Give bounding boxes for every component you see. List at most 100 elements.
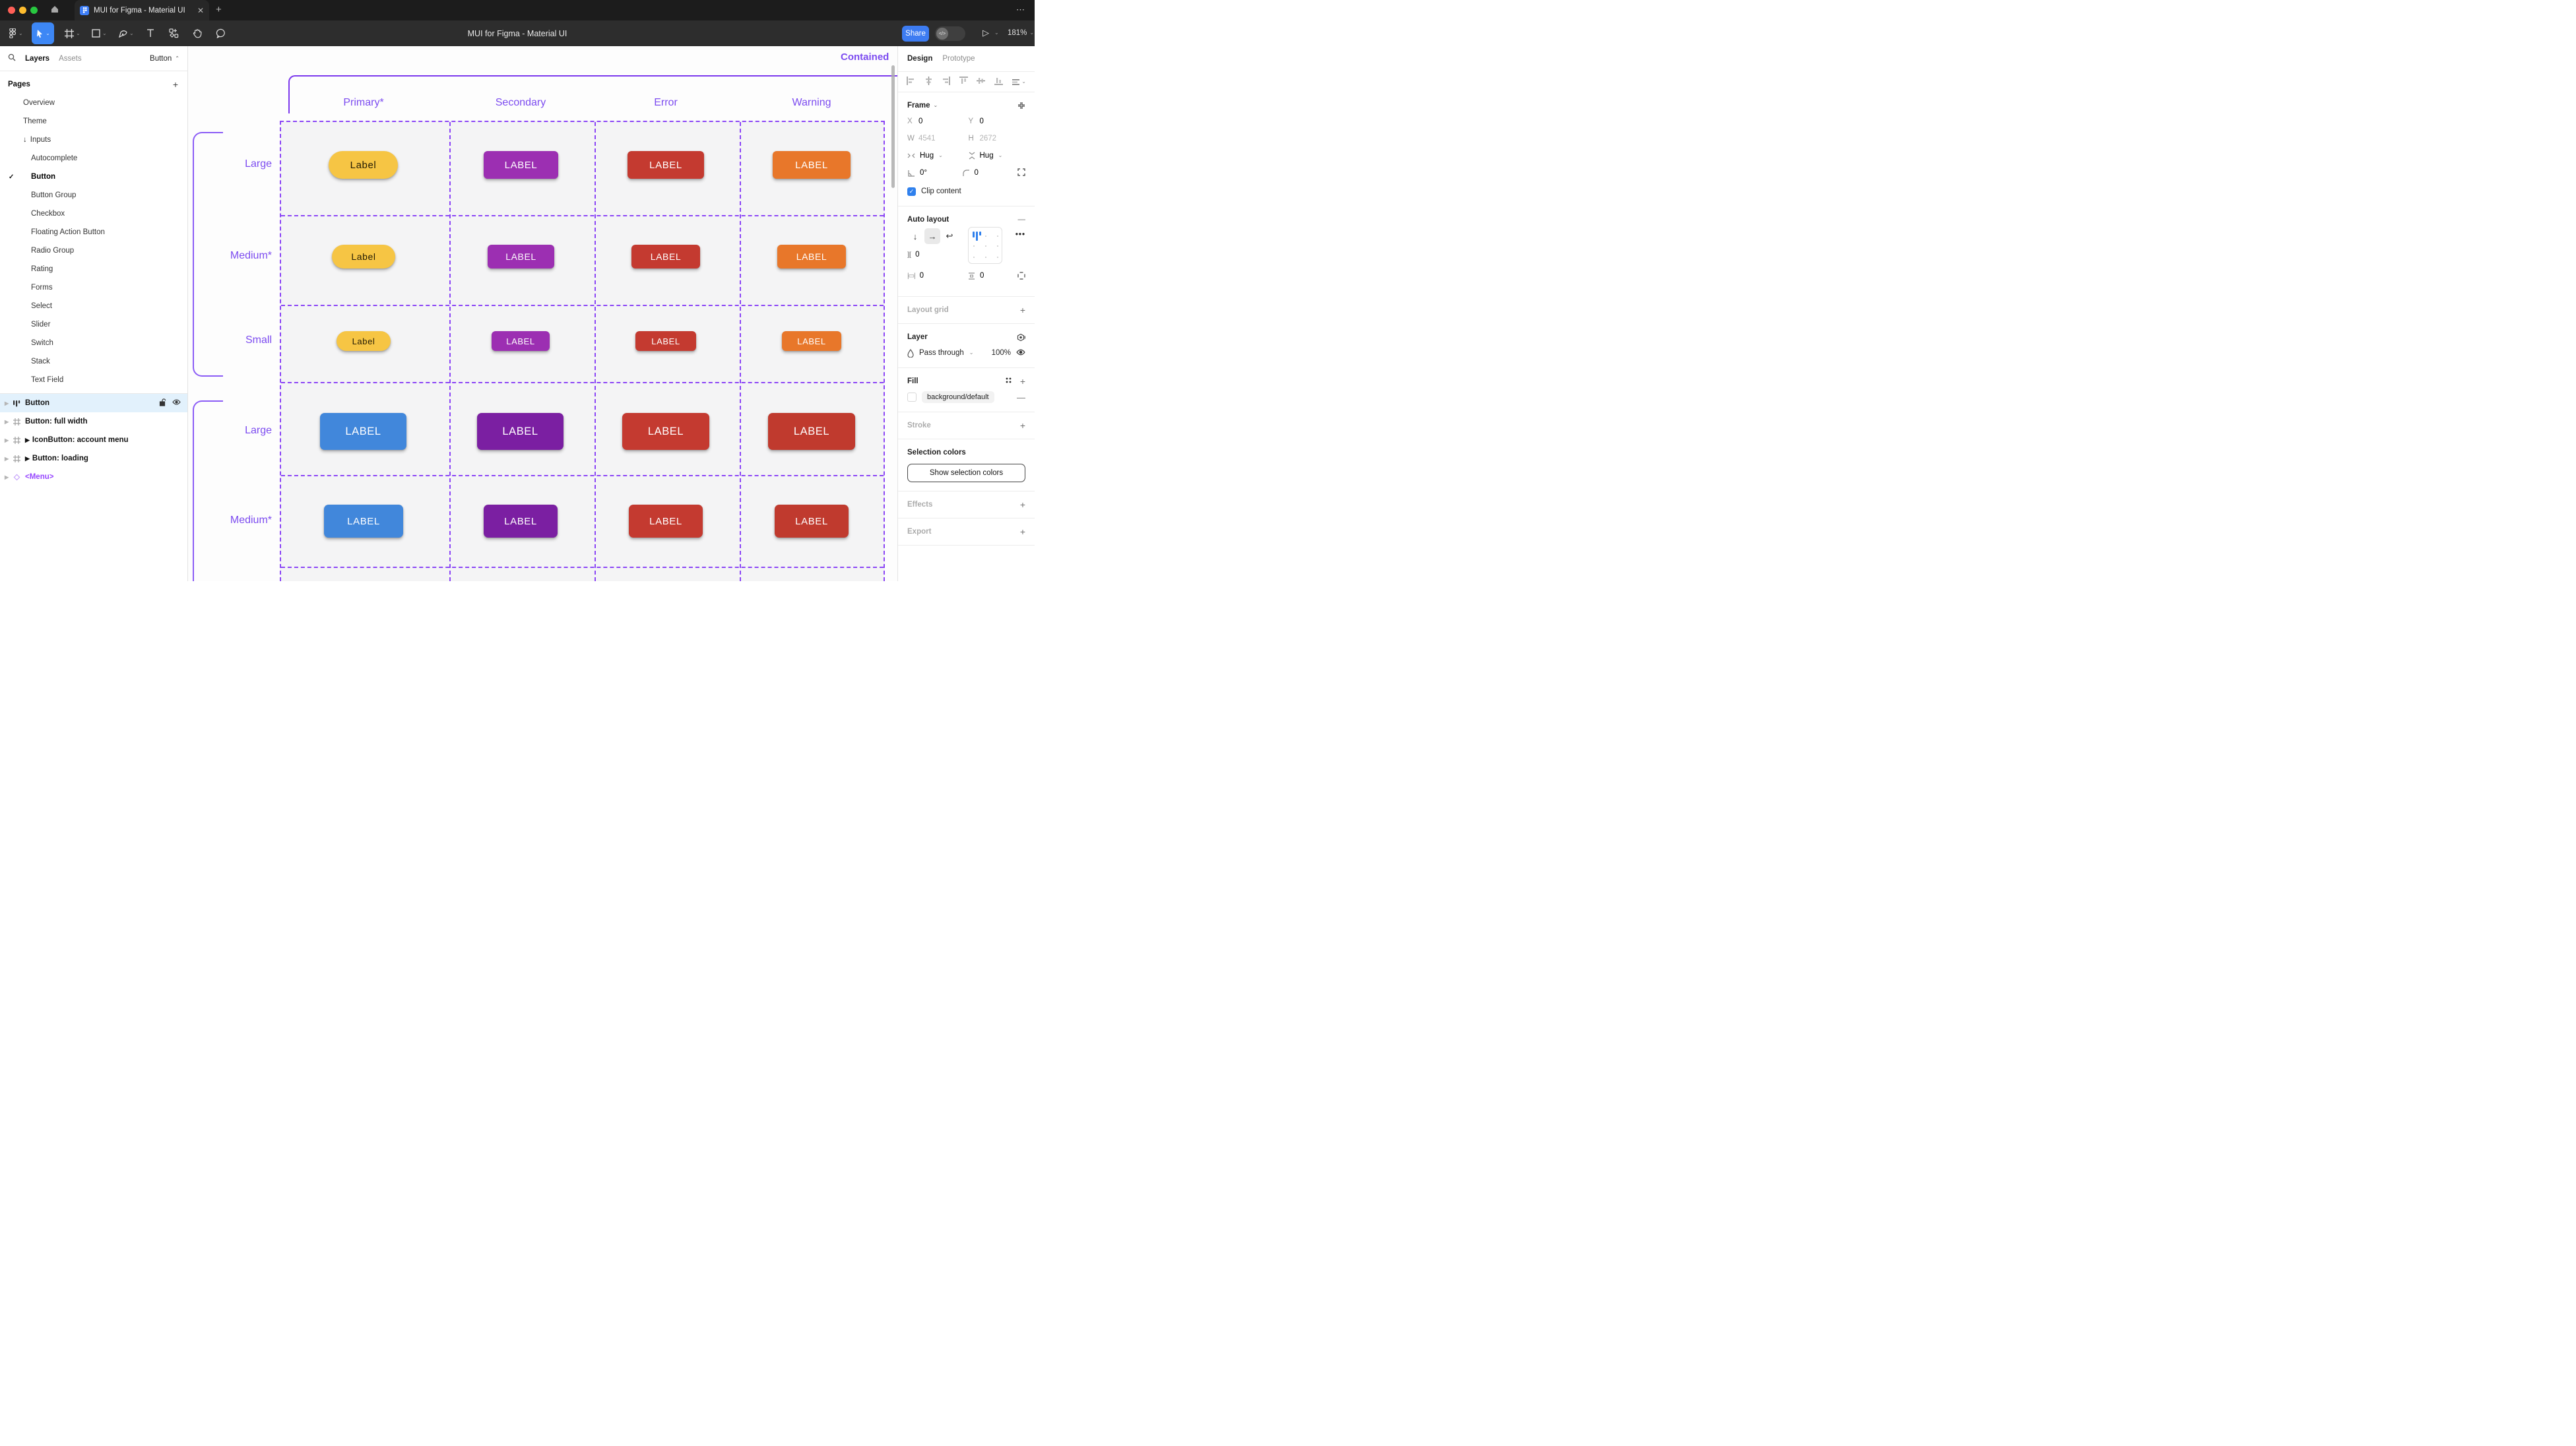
- button-error-large-2[interactable]: LABEL: [622, 413, 709, 450]
- page-item-switch[interactable]: Switch: [0, 334, 187, 352]
- expand-chevron-icon[interactable]: ▶: [5, 437, 9, 443]
- button-warning-medium-2[interactable]: LABEL: [775, 505, 849, 538]
- button-secondary-medium-2[interactable]: LABEL: [484, 505, 558, 538]
- page-item-floating-action-button[interactable]: Floating Action Button: [0, 223, 187, 241]
- search-icon[interactable]: [8, 53, 16, 63]
- height-field[interactable]: H2672: [969, 135, 1026, 142]
- vertical-padding-field[interactable]: 0: [968, 272, 984, 280]
- align-vertical-center-icon[interactable]: [977, 77, 985, 87]
- more-options-icon[interactable]: ⋯: [1016, 5, 1025, 15]
- add-layout-grid-icon[interactable]: +: [1020, 305, 1025, 315]
- dev-mode-toggle[interactable]: </>: [935, 26, 965, 41]
- page-item-rating[interactable]: Rating: [0, 260, 187, 278]
- share-button[interactable]: Share: [902, 26, 929, 42]
- page-item-inputs[interactable]: ↓Inputs: [0, 131, 187, 149]
- width-field[interactable]: W4541: [907, 135, 965, 142]
- add-fill-icon[interactable]: +: [1020, 376, 1025, 387]
- align-right-icon[interactable]: [942, 77, 950, 87]
- gap-field[interactable]: ]|[0: [907, 251, 920, 259]
- layer-item-menu-component[interactable]: ▶ <Menu>: [0, 468, 187, 486]
- page-item-forms[interactable]: Forms: [0, 278, 187, 297]
- blend-mode-row[interactable]: Pass through ⌄ 100%: [907, 344, 1025, 362]
- corner-radius-field[interactable]: 0: [963, 169, 1014, 177]
- expand-chevron-icon[interactable]: ▶: [5, 400, 9, 406]
- align-bottom-icon[interactable]: [994, 77, 1003, 87]
- layer-styles-icon[interactable]: [1017, 333, 1025, 342]
- zoom-menu[interactable]: 181% ⌄: [1008, 29, 1034, 37]
- close-tab-icon[interactable]: ✕: [197, 6, 204, 15]
- expand-chevron-icon[interactable]: ▶: [5, 419, 9, 425]
- button-error-medium-2[interactable]: LABEL: [629, 505, 703, 538]
- button-warning-medium[interactable]: LABEL: [777, 245, 846, 268]
- layout-horizontal-icon[interactable]: →: [924, 228, 940, 244]
- x-position-field[interactable]: X0: [907, 117, 965, 125]
- button-secondary-large[interactable]: LABEL: [484, 151, 558, 179]
- present-chevron-icon[interactable]: ⌄: [994, 30, 999, 36]
- collapse-panel-icon[interactable]: [1017, 102, 1025, 110]
- layer-item-button-full-width[interactable]: ▶ Button: full width: [0, 412, 187, 431]
- button-primary-medium-2[interactable]: LABEL: [324, 505, 403, 538]
- layer-item-iconbutton-account-menu[interactable]: ▶ ▶ IconButton: account menu: [0, 431, 187, 449]
- canvas-vertical-scrollbar[interactable]: [891, 65, 895, 188]
- button-warning-small[interactable]: LABEL: [782, 331, 841, 351]
- add-stroke-icon[interactable]: +: [1020, 420, 1025, 431]
- add-effect-icon[interactable]: +: [1020, 499, 1025, 510]
- page-item-checkbox[interactable]: Checkbox: [0, 204, 187, 223]
- vertical-resize-field[interactable]: Hug⌄: [969, 152, 1026, 160]
- button-error-medium[interactable]: LABEL: [631, 245, 700, 268]
- button-warning-large[interactable]: LABEL: [773, 151, 851, 179]
- fill-color-swatch[interactable]: [907, 393, 917, 402]
- close-window-button[interactable]: [8, 7, 15, 14]
- home-icon[interactable]: [50, 5, 59, 16]
- checkbox-checked-icon[interactable]: ✓: [907, 187, 916, 196]
- fill-style-chip[interactable]: background/default: [922, 391, 994, 403]
- tab-prototype[interactable]: Prototype: [942, 55, 975, 63]
- alignment-pad[interactable]: [968, 227, 1002, 264]
- chevron-down-icon[interactable]: ⌄: [934, 103, 938, 108]
- tab-assets[interactable]: Assets: [59, 55, 82, 63]
- document-tab[interactable]: MUI for Figma - Material UI ✕: [75, 0, 209, 20]
- remove-fill-icon[interactable]: —: [1017, 393, 1025, 402]
- button-error-small[interactable]: LABEL: [635, 331, 696, 351]
- present-button[interactable]: ▷: [982, 28, 989, 38]
- layer-opacity-value[interactable]: 100%: [992, 349, 1011, 357]
- button-secondary-small[interactable]: LABEL: [492, 331, 550, 351]
- new-tab-button[interactable]: +: [216, 4, 222, 15]
- independent-padding-icon[interactable]: [1017, 272, 1025, 280]
- rotation-field[interactable]: 0°: [907, 169, 959, 177]
- layer-item-button[interactable]: ▶ Button: [0, 394, 187, 412]
- minimize-window-button[interactable]: [19, 7, 26, 14]
- page-item-autocomplete[interactable]: Autocomplete: [0, 149, 187, 168]
- fill-row[interactable]: background/default —: [907, 389, 1025, 406]
- page-item-select[interactable]: Select: [0, 297, 187, 315]
- page-item-text-field[interactable]: Text Field: [0, 371, 187, 389]
- layout-vertical-icon[interactable]: ↓: [907, 228, 923, 244]
- remove-auto-layout-icon[interactable]: —: [1018, 216, 1026, 224]
- button-primary-medium[interactable]: Label: [332, 245, 395, 268]
- button-primary-small[interactable]: Label: [337, 331, 391, 351]
- expand-chevron-icon[interactable]: ▶: [5, 474, 9, 480]
- button-primary-large[interactable]: Label: [329, 151, 398, 179]
- unlock-icon[interactable]: [159, 398, 166, 408]
- expand-chevron-icon[interactable]: ▶: [5, 456, 9, 462]
- clip-content-row[interactable]: ✓ Clip content: [907, 183, 1025, 200]
- visibility-eye-icon[interactable]: [1016, 349, 1025, 358]
- horizontal-padding-field[interactable]: |▭|0: [907, 272, 924, 280]
- horizontal-resize-field[interactable]: Hug⌄: [907, 152, 965, 160]
- layer-item-button-loading[interactable]: ▶ ▶ Button: loading: [0, 449, 187, 468]
- visibility-eye-icon[interactable]: [172, 399, 181, 407]
- button-warning-large-2[interactable]: LABEL: [768, 413, 855, 450]
- distribute-menu-icon[interactable]: ⌄: [1012, 79, 1026, 86]
- show-selection-colors-button[interactable]: Show selection colors: [907, 464, 1025, 482]
- independent-corners-icon[interactable]: [1017, 168, 1025, 178]
- button-secondary-large-2[interactable]: LABEL: [477, 413, 564, 450]
- align-horizontal-center-icon[interactable]: [924, 77, 933, 87]
- page-item-theme[interactable]: Theme: [0, 112, 187, 131]
- add-export-icon[interactable]: +: [1020, 526, 1025, 537]
- align-top-icon[interactable]: [959, 77, 968, 87]
- align-left-icon[interactable]: [907, 77, 915, 87]
- tab-design[interactable]: Design: [907, 55, 932, 63]
- auto-layout-more-icon[interactable]: •••: [1015, 231, 1025, 239]
- page-item-button[interactable]: ✓Button: [0, 168, 187, 186]
- frame-title[interactable]: Contained: [841, 51, 897, 63]
